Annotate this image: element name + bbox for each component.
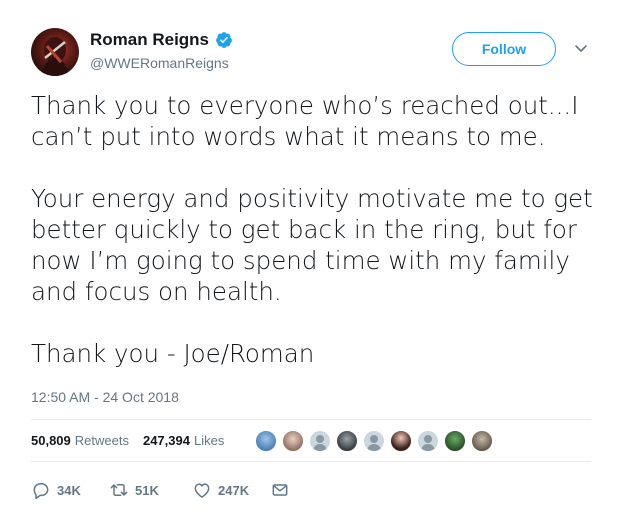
like-button[interactable]: 247K [192, 480, 270, 500]
liker-avatar[interactable] [470, 429, 494, 453]
reply-icon [33, 483, 49, 500]
retweets-count: 50,809 [31, 433, 71, 448]
retweets-stat[interactable]: 50,809 Retweets [31, 433, 129, 448]
user-name-text[interactable]: Roman Reigns [90, 30, 209, 50]
retweet-button[interactable]: 51K [109, 480, 192, 500]
likes-label: Likes [193, 433, 225, 448]
tweet-text: Thank you to everyone who’s reached out.… [31, 90, 596, 369]
avatar[interactable] [31, 28, 79, 76]
chevron-down-icon[interactable] [573, 40, 589, 56]
like-icon [194, 483, 210, 498]
liker-avatar[interactable] [254, 429, 278, 453]
like-count: 247K [218, 482, 250, 498]
tweet-actions: 34K 51K 247K [31, 478, 290, 502]
reply-button[interactable]: 34K [31, 480, 109, 500]
tweet-stats: 50,809 Retweets 247,394 Likes [31, 433, 224, 448]
tweet-paragraph: Thank you to everyone who’s reached out.… [31, 91, 579, 151]
tweet-paragraph: Thank you - Joe/Roman [31, 339, 315, 368]
liker-avatar[interactable] [281, 429, 305, 453]
divider [31, 419, 591, 420]
reply-count: 34K [57, 482, 81, 498]
retweets-label: Retweets [74, 433, 129, 448]
tweet-paragraph: Your energy and positivity motivate me t… [31, 184, 593, 306]
likes-stat[interactable]: 247,394 Likes [143, 433, 224, 448]
liker-avatars [254, 429, 497, 457]
follow-button[interactable]: Follow [452, 32, 556, 66]
direct-message-button[interactable] [270, 480, 290, 500]
retweet-icon [110, 484, 128, 496]
liker-avatar[interactable] [416, 429, 440, 453]
liker-avatar[interactable] [335, 429, 359, 453]
liker-avatar[interactable] [389, 429, 413, 453]
direct-message-icon [272, 484, 288, 496]
user-name[interactable]: Roman Reigns [90, 30, 233, 50]
divider [31, 461, 591, 462]
verified-badge-icon [216, 32, 232, 48]
liker-avatar[interactable] [443, 429, 467, 453]
avatar-image [41, 37, 69, 76]
likes-count: 247,394 [142, 433, 190, 448]
tweet-card: Roman Reigns @WWERomanReigns Follow Than… [0, 0, 623, 525]
liker-avatar[interactable] [362, 429, 386, 453]
liker-avatar[interactable] [308, 429, 332, 453]
user-handle[interactable]: @WWERomanReigns [90, 55, 229, 71]
tweet-timestamp[interactable]: 12:50 AM - 24 Oct 2018 [31, 389, 179, 405]
retweet-count: 51K [135, 482, 159, 498]
